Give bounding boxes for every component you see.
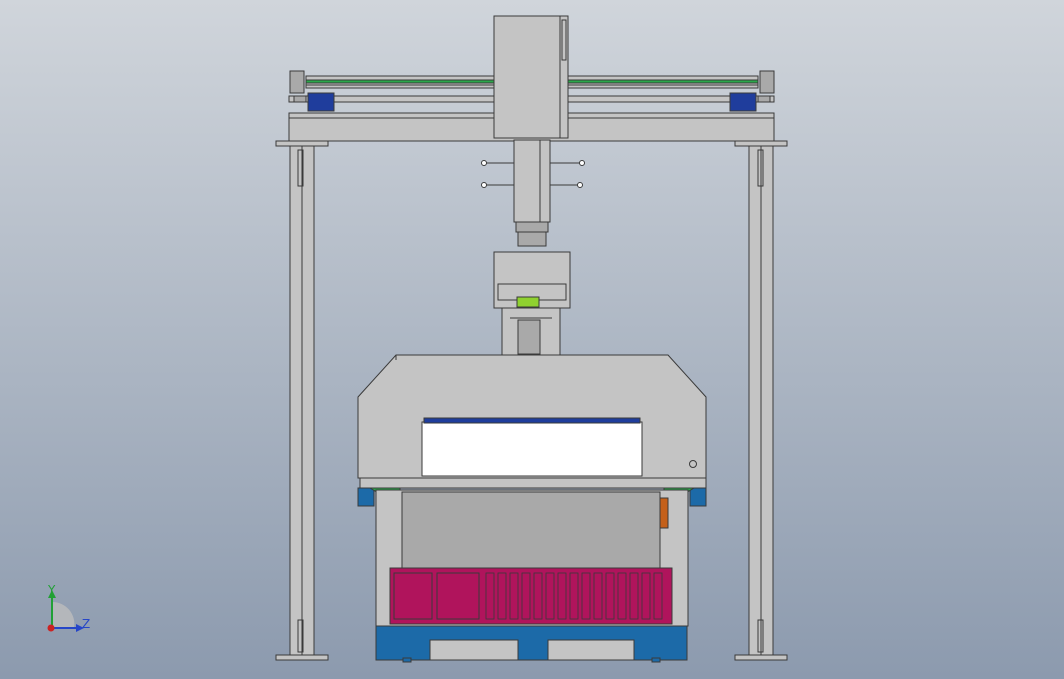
cad-viewport[interactable]: Y Z [0, 0, 1064, 679]
press-frame [357, 354, 707, 479]
x-axis-dot-icon [47, 624, 55, 632]
base-platform [375, 625, 688, 663]
gripper-housing [493, 251, 571, 357]
z-axis-carriage [493, 15, 569, 139]
y-axis-label: Y [47, 583, 56, 597]
z-axis-label: Z [82, 617, 90, 631]
machine-drawing: Y Z [0, 0, 1064, 679]
part-magazine [389, 567, 673, 625]
